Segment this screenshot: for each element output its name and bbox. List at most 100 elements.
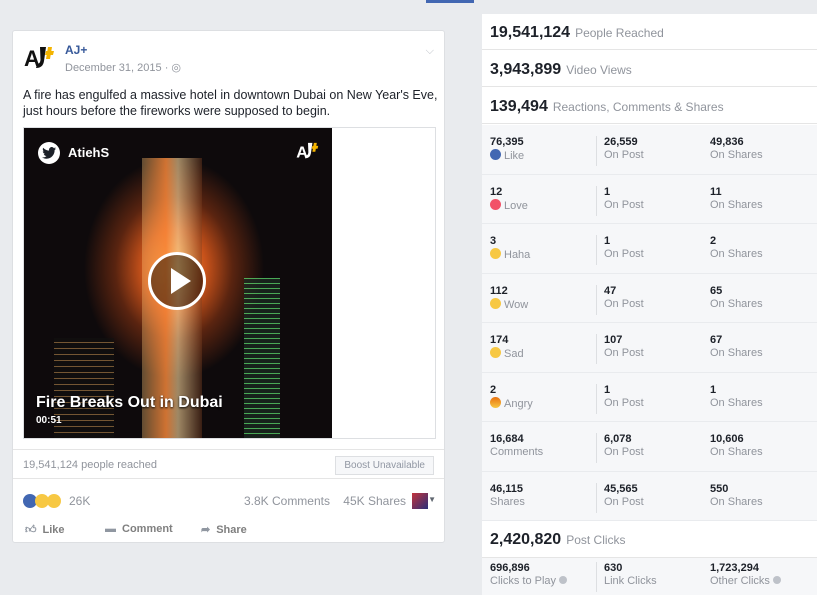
shares-on-shares: 550: [710, 482, 729, 495]
shares-row: 46,115 Shares 45,565 On Post 550 On Shares: [482, 472, 817, 521]
play-icon[interactable]: [148, 252, 206, 310]
on-post-label: On Post: [604, 446, 644, 458]
haha-icon: [490, 248, 501, 259]
insights-panel: 19,541,124 People Reached 3,943,899 Video …: [482, 14, 817, 595]
engagement-label: Reactions, Comments & Shares: [552, 100, 724, 114]
aj-logo-icon[interactable]: A: [23, 41, 55, 73]
wow-on-shares: 65: [710, 284, 723, 297]
on-post-label: On Post: [604, 297, 644, 310]
sad-row: 174 Sad 107 On Post 67 On Shares: [482, 323, 817, 373]
video-views-stat: 3,943,899 Video Views: [482, 51, 817, 87]
sad-icon: [490, 347, 501, 358]
comment-button-label: Comment: [122, 523, 173, 535]
haha-total: 3: [490, 235, 497, 247]
haha-on-shares: 2: [710, 235, 717, 247]
shares-count[interactable]: 45K Shares: [343, 494, 406, 508]
on-post-label: On Post: [604, 396, 644, 409]
comments-row: 16,684 Comments 6,078 On Post 10,606 On Sha…: [482, 422, 817, 472]
wow-reaction-icon: [47, 493, 61, 508]
share-avatar[interactable]: [412, 493, 428, 509]
love-on-shares: 11: [710, 185, 722, 198]
like-button-label: Like: [42, 524, 65, 536]
engagement-value: 139,494: [490, 98, 548, 115]
comment-icon: ▬: [105, 523, 116, 535]
link-clicks-value: 630: [604, 562, 623, 574]
reach-row: 19,541,124 people reached Boost Unavaila…: [13, 449, 444, 479]
on-shares-label: On Shares: [710, 248, 763, 260]
post-clicks-stat: 2,420,820 Post Clicks: [482, 522, 817, 558]
caret-down-icon[interactable]: ▼: [428, 495, 436, 504]
globe-icon: ◎: [171, 62, 182, 74]
post-header: A AJ+ December 31, 2015 · ◎ ⌵: [23, 41, 434, 77]
post-date[interactable]: December 31, 2015: [65, 62, 162, 74]
like-on-post: 26,559: [604, 136, 638, 148]
on-shares-label: On Shares: [710, 347, 763, 359]
comments-total: 16,684: [490, 433, 524, 445]
like-button[interactable]: 👍︎ Like: [25, 523, 65, 536]
love-on-post: 1: [604, 185, 611, 198]
like-icon: [490, 149, 501, 160]
people-reached-stat: 19,541,124 People Reached: [482, 14, 817, 50]
share-button[interactable]: ➦ Share: [201, 523, 247, 536]
angry-total: 2: [490, 383, 497, 396]
video-author: AtiehS: [68, 145, 110, 160]
like-icon: 👍︎: [25, 524, 37, 536]
video-views-label: Video Views: [566, 63, 632, 77]
info-icon[interactable]: [559, 576, 568, 584]
people-reached-value: 19,541,124: [490, 24, 571, 41]
video-views-value: 3,943,899: [490, 61, 562, 78]
video-scene-building: [244, 278, 280, 438]
love-total: 12: [490, 185, 503, 198]
sad-total: 174: [490, 334, 509, 346]
sad-on-post: 107: [604, 334, 623, 346]
link-clicks-label: Link Clicks: [604, 575, 657, 587]
angry-on-post: 1: [604, 383, 611, 396]
tab-indicator: [426, 0, 474, 3]
boost-button[interactable]: Boost Unavailable: [335, 456, 434, 475]
post-clicks-label: Post Clicks: [566, 533, 626, 547]
reaction-icons[interactable]: [23, 493, 61, 508]
wow-icon: [490, 297, 501, 309]
on-post-label: On Post: [604, 198, 644, 211]
info-icon[interactable]: [772, 576, 781, 584]
wow-row: 112 Wow 47 On Post 65 On Shares: [482, 274, 817, 323]
angry-label: Angry: [504, 397, 533, 410]
twitter-icon: [38, 142, 60, 164]
shares-label: Shares: [490, 495, 525, 508]
aj-logo-icon: A: [296, 140, 320, 167]
angry-row: 2 Angry 1 On Post 1 On Shares: [482, 373, 817, 422]
other-clicks-value: 1,723,294: [710, 562, 759, 574]
comments-on-post: 6,078: [604, 433, 632, 445]
shares-on-post: 45,565: [604, 482, 638, 495]
video-player[interactable]: AtiehS A Fire Breaks Out in Dubai 00:51: [24, 128, 332, 438]
on-post-label: On Post: [604, 347, 644, 359]
post-clicks-value: 2,420,820: [490, 531, 562, 548]
on-shares-label: On Shares: [710, 396, 763, 409]
reactions-row: 26K 3.8K Comments 45K Shares ▼: [23, 493, 436, 511]
on-post-label: On Post: [604, 149, 644, 161]
chevron-down-icon[interactable]: ⌵: [426, 45, 434, 58]
svg-text:A: A: [296, 144, 308, 162]
sad-label: Sad: [504, 348, 524, 360]
haha-label: Haha: [504, 249, 531, 261]
other-clicks-label: Other Clicks: [710, 575, 770, 587]
love-icon: [490, 198, 501, 210]
on-shares-label: On Shares: [710, 149, 763, 161]
on-shares-label: On Shares: [710, 495, 763, 508]
love-label: Love: [504, 199, 528, 212]
comments-count[interactable]: 3.8K Comments: [244, 494, 330, 508]
on-shares-label: On Shares: [710, 297, 763, 310]
post-card: A AJ+ December 31, 2015 · ◎ ⌵ A fire has…: [12, 30, 445, 543]
video-duration: 00:51: [36, 415, 62, 426]
people-reached-text: 19,541,124 people reached: [23, 459, 157, 471]
post-meta: December 31, 2015 · ◎: [65, 61, 181, 74]
page-name-link[interactable]: AJ+: [65, 43, 87, 57]
reaction-count[interactable]: 26K: [69, 494, 90, 508]
wow-on-post: 47: [604, 284, 617, 297]
comments-on-shares: 10,606: [710, 433, 744, 445]
like-row: 76,395 Like 26,559 On Post 49,836 On Shares: [482, 125, 817, 175]
love-row: 12 Love 1 On Post 11 On Shares: [482, 175, 817, 224]
wow-label: Wow: [504, 298, 529, 311]
comment-button[interactable]: ▬ Comment: [105, 523, 173, 535]
like-label: Like: [504, 150, 525, 162]
